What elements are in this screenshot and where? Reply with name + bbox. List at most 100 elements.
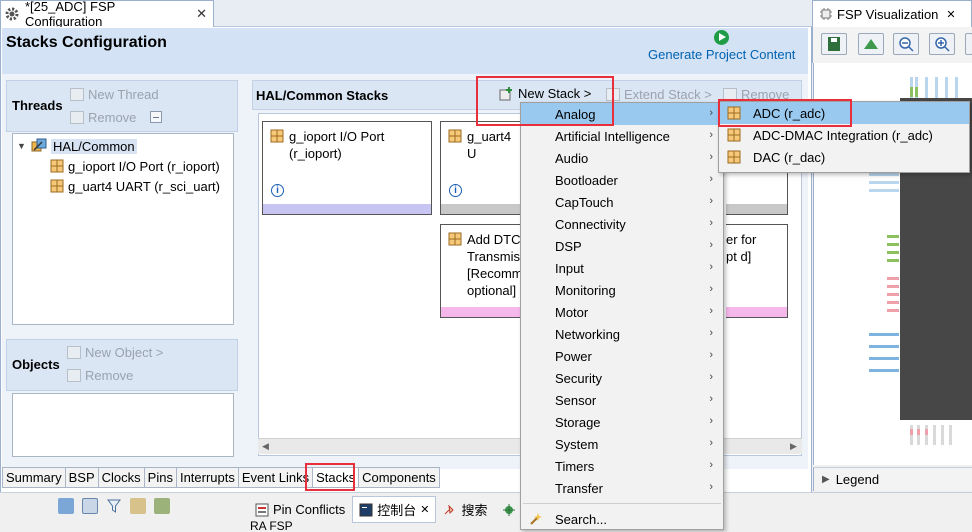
page-title: Stacks Configuration [6, 34, 167, 51]
editor-tab[interactable]: *[25_ADC] FSP Configuration ✕ [0, 0, 214, 29]
tab-components[interactable]: Components [359, 467, 440, 488]
chevron-right-icon: › [709, 415, 713, 427]
stack-card-bar [441, 307, 524, 317]
tree-item-uart[interactable]: g_uart4 UART (r_sci_uart) [50, 176, 220, 196]
menu-item-sensor[interactable]: Sensor › [521, 389, 723, 411]
new-stack-label: New Stack > [518, 86, 592, 101]
close-icon[interactable]: ✕ [196, 6, 207, 22]
save-image-icon[interactable] [821, 33, 847, 55]
menu-items: Analog › Artificial Intelligence › Audio › Boo… [521, 103, 723, 499]
stack-card-ioport[interactable]: g_ioport I/O Port (r_ioport) i [262, 121, 432, 215]
tab-console[interactable]: 控制台 ✕ [352, 496, 437, 523]
info-icon[interactable]: i [271, 184, 284, 197]
tab-summary[interactable]: Summary [2, 467, 66, 488]
stack-card-bar [441, 204, 524, 214]
pin-conflicts-label: Pin Conflicts [273, 502, 346, 517]
tree-item-label: g_uart4 UART (r_sci_uart) [68, 178, 220, 194]
remove-stack-label: Remove [741, 87, 790, 102]
menu-item-monitoring[interactable]: Monitoring › [521, 279, 723, 301]
run-icon[interactable] [714, 30, 729, 45]
hal-common-icon [31, 138, 47, 154]
menu-item-transfer[interactable]: Transfer › [521, 477, 723, 499]
menu-item-label: System [555, 436, 599, 452]
remove-icon [67, 369, 81, 382]
submenu-item-adc-r-adc[interactable]: ADC (r_adc) [719, 102, 969, 124]
visualization-icon [819, 7, 833, 21]
extend-stack-button[interactable]: Extend Stack > [606, 87, 712, 102]
menu-item-power[interactable]: Power › [521, 345, 723, 367]
tree-view-icon[interactable] [82, 498, 98, 514]
chevron-right-icon: › [709, 239, 713, 251]
tab-pins[interactable]: Pins [144, 467, 177, 488]
remove-object-button[interactable]: Remove [67, 368, 133, 383]
fit-view-icon[interactable] [858, 33, 884, 55]
close-icon[interactable]: ✕ [946, 8, 955, 21]
generate-project-content-link[interactable]: Generate Project Content [648, 47, 795, 62]
remove-thread-button[interactable]: Remove [70, 110, 136, 125]
menu-item-label: Search... [555, 511, 608, 527]
new-thread-button[interactable]: New Thread [70, 87, 159, 102]
expand-toggle-icon[interactable]: ▼ [17, 141, 27, 151]
menu-item-security[interactable]: Security › [521, 367, 723, 389]
visualization-tab[interactable]: FSP Visualization ✕ [812, 0, 972, 27]
remove-stack-button[interactable]: Remove [723, 87, 789, 102]
chevron-right-icon: › [709, 481, 713, 493]
menu-item-storage[interactable]: Storage › [521, 411, 723, 433]
tab-search[interactable]: 搜索 [436, 496, 494, 523]
menu-item-search[interactable]: Search... [521, 508, 723, 530]
new-view-icon[interactable] [58, 498, 74, 514]
remove-icon [723, 88, 737, 101]
tab-bsp[interactable]: BSP [65, 467, 99, 488]
menu-item-networking[interactable]: Networking › [521, 323, 723, 345]
menu-item-connectivity[interactable]: Connectivity › [521, 213, 723, 235]
menu-item-audio[interactable]: Audio › [521, 147, 723, 169]
submenu-item-adc-dmac-integration-r-adc[interactable]: ADC-DMAC Integration (r_adc) [719, 124, 969, 146]
menu-item-label: Networking [555, 326, 621, 342]
pin-icon[interactable] [130, 498, 146, 514]
scroll-right-icon[interactable]: ▶ [790, 441, 797, 452]
search-label: 搜索 [461, 503, 488, 518]
tab-event-links[interactable]: Event Links [238, 467, 314, 488]
more-tools-icon[interactable] [965, 33, 972, 55]
stack-card-right[interactable]: er for pt d] [726, 224, 788, 318]
menu-item-artificial-intelligence[interactable]: Artificial Intelligence › [521, 125, 723, 147]
stack-card-dtc[interactable]: Add DTC Transmis [Recomm optional] [440, 224, 524, 318]
collapse-all-icon[interactable] [150, 111, 162, 123]
legend-section[interactable]: ▶ Legend [813, 467, 972, 491]
search-icon [443, 503, 457, 517]
menu-item-system[interactable]: System › [521, 433, 723, 455]
menu-item-dsp[interactable]: DSP › [521, 235, 723, 257]
zoom-out-icon[interactable] [893, 33, 919, 55]
visualization-title: FSP Visualization [837, 6, 939, 22]
chevron-right-icon: › [709, 151, 713, 163]
chevron-right-icon: › [709, 349, 713, 361]
menu-item-timers[interactable]: Timers › [521, 455, 723, 477]
scroll-left-icon[interactable]: ◀ [262, 441, 269, 452]
analog-submenu: ADC (r_adc) ADC-DMAC Integration (r_adc) D… [718, 101, 970, 173]
menu-item-input[interactable]: Input › [521, 257, 723, 279]
submenu-item-dac-r-dac[interactable]: DAC (r_dac) [719, 146, 969, 168]
tab-clocks[interactable]: Clocks [98, 467, 145, 488]
filter-icon[interactable] [106, 498, 122, 514]
tree-item-ioport[interactable]: g_ioport I/O Port (r_ioport) [50, 156, 220, 176]
zoom-in-icon[interactable] [929, 33, 955, 55]
editor-tab-title: *[25_ADC] FSP Configuration [25, 0, 116, 29]
new-object-button[interactable]: New Object > [67, 345, 163, 360]
close-icon[interactable]: ✕ [420, 503, 429, 516]
new-stack-button[interactable]: New Stack > [499, 86, 591, 101]
tab-interrupts[interactable]: Interrupts [176, 467, 239, 488]
menu-item-bootloader[interactable]: Bootloader › [521, 169, 723, 191]
tree-item-hal-common[interactable]: ▼ HAL/Common [17, 136, 137, 156]
new-thread-icon [70, 88, 84, 101]
extend-stack-icon [606, 88, 620, 101]
stack-card-uart[interactable]: g_uart4 U i [440, 121, 524, 215]
info-icon[interactable]: i [449, 184, 462, 197]
menu-item-label: Storage [555, 414, 601, 430]
tab-stacks[interactable]: Stacks [313, 467, 360, 488]
menu-item-captouch[interactable]: CapTouch › [521, 191, 723, 213]
settings-icon[interactable] [154, 498, 170, 514]
remove-object-label: Remove [85, 368, 134, 383]
new-object-icon [67, 346, 81, 359]
menu-item-analog[interactable]: Analog › [521, 103, 723, 125]
menu-item-motor[interactable]: Motor › [521, 301, 723, 323]
